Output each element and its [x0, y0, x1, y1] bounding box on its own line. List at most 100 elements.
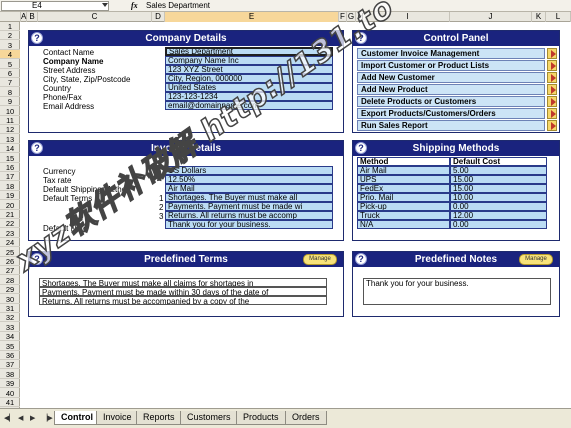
- term-line[interactable]: Returns. All returns must be accompanied…: [39, 296, 327, 305]
- row-header[interactable]: 22: [0, 219, 20, 229]
- shipping-method-cell[interactable]: UPS: [357, 175, 450, 184]
- shipping-cost-cell[interactable]: 0.00: [450, 202, 547, 211]
- column-header[interactable]: I: [366, 12, 450, 22]
- shipping-cost-cell[interactable]: 12.00: [450, 211, 547, 220]
- row-header[interactable]: 41: [0, 398, 20, 407]
- play-arrow-icon[interactable]: [547, 96, 557, 107]
- help-icon[interactable]: ?: [31, 142, 43, 154]
- row-header[interactable]: 5: [0, 60, 20, 69]
- name-box[interactable]: E4: [1, 1, 109, 11]
- play-arrow-icon[interactable]: [547, 84, 557, 95]
- row-header[interactable]: 31: [0, 304, 20, 313]
- note-line[interactable]: Thank you for your business.: [363, 278, 551, 305]
- row-header[interactable]: 19: [0, 191, 20, 201]
- prev-sheet-icon[interactable]: ◀: [18, 414, 23, 422]
- sales-report-button[interactable]: Run Sales Report: [357, 120, 545, 131]
- add-product-button[interactable]: Add New Product: [357, 84, 545, 95]
- sheet-grid[interactable]: ? Company Details Contact Name Company N…: [21, 22, 571, 408]
- tax-rate-field[interactable]: 12.50%: [165, 175, 333, 184]
- tab-control[interactable]: Control: [54, 411, 100, 425]
- row-header[interactable]: 40: [0, 389, 20, 398]
- row-header[interactable]: 27: [0, 266, 20, 276]
- column-header[interactable]: C: [38, 12, 152, 22]
- city-field[interactable]: City, Region, 000000: [165, 74, 333, 83]
- column-header[interactable]: H: [356, 12, 366, 22]
- row-header[interactable]: 35: [0, 342, 20, 351]
- manage-notes-button[interactable]: Manage: [519, 254, 553, 265]
- shipping-method-cell[interactable]: Air Mail: [357, 166, 450, 175]
- help-icon[interactable]: ?: [31, 32, 43, 44]
- play-arrow-icon[interactable]: [547, 48, 557, 59]
- shipping-cost-cell[interactable]: 5.00: [450, 166, 547, 175]
- phone-field[interactable]: 123-123-1234: [165, 92, 333, 101]
- row-header[interactable]: 11: [0, 116, 20, 125]
- manage-terms-button[interactable]: Manage: [303, 254, 337, 265]
- help-icon[interactable]: ?: [31, 253, 43, 265]
- row-header[interactable]: 39: [0, 379, 20, 389]
- column-header[interactable]: G: [347, 12, 356, 22]
- term-line[interactable]: Shortages. The Buyer must make all claim…: [39, 278, 327, 287]
- default-term-3-field[interactable]: Returns. All returns must be accomp: [165, 211, 333, 220]
- contact-name-field[interactable]: Sales Department: [165, 47, 333, 56]
- column-header[interactable]: B: [27, 12, 38, 22]
- tab-customers[interactable]: Customers: [180, 411, 238, 425]
- row-header[interactable]: 29: [0, 285, 20, 295]
- country-field[interactable]: United States: [165, 83, 333, 92]
- row-header[interactable]: 30: [0, 295, 20, 304]
- chevron-down-icon[interactable]: [102, 3, 108, 7]
- shipping-method-cell[interactable]: Truck: [357, 211, 450, 220]
- help-icon[interactable]: ?: [355, 32, 367, 44]
- last-sheet-icon[interactable]: ▕▶: [42, 414, 53, 422]
- import-lists-button[interactable]: Import Customer or Product Lists: [357, 60, 545, 71]
- row-header[interactable]: 4: [0, 50, 20, 60]
- row-header[interactable]: 7: [0, 78, 20, 88]
- row-header[interactable]: 36: [0, 351, 20, 360]
- row-header[interactable]: 13: [0, 135, 20, 144]
- next-sheet-icon[interactable]: ▶: [30, 414, 35, 422]
- customer-invoice-management-button[interactable]: Customer Invoice Management: [357, 48, 545, 59]
- row-header[interactable]: 6: [0, 69, 20, 78]
- row-header[interactable]: 28: [0, 276, 20, 285]
- row-header[interactable]: 20: [0, 201, 20, 210]
- column-header[interactable]: D: [152, 12, 165, 22]
- help-icon[interactable]: ?: [355, 253, 367, 265]
- shipping-method-cell[interactable]: Pick-up: [357, 202, 450, 211]
- column-header[interactable]: K: [532, 12, 546, 22]
- company-name-field[interactable]: Company Name Inc: [165, 56, 333, 65]
- play-arrow-icon[interactable]: [547, 120, 557, 131]
- row-header[interactable]: 12: [0, 125, 20, 135]
- select-all-corner[interactable]: [0, 12, 21, 22]
- default-term-2-field[interactable]: Payments. Payment must be made wi: [165, 202, 333, 211]
- row-header[interactable]: 2: [0, 31, 20, 41]
- default-term-1-field[interactable]: Shortages. The Buyer must make all: [165, 193, 333, 202]
- row-header[interactable]: 16: [0, 163, 20, 172]
- street-address-field[interactable]: 123 XYZ Street: [165, 65, 333, 74]
- row-header[interactable]: 32: [0, 313, 20, 323]
- row-header[interactable]: 8: [0, 88, 20, 97]
- export-button[interactable]: Export Products/Customers/Orders: [357, 108, 545, 119]
- tab-products[interactable]: Products: [236, 411, 286, 425]
- default-note-field[interactable]: Thank you for your business.: [165, 220, 333, 229]
- column-header[interactable]: E: [165, 12, 339, 22]
- row-header[interactable]: 37: [0, 360, 20, 370]
- shipping-method-cell[interactable]: N/A: [357, 220, 450, 229]
- tab-invoice[interactable]: Invoice: [96, 411, 139, 425]
- term-line[interactable]: Payments. Payment must be made within 30…: [39, 287, 327, 296]
- row-header[interactable]: 18: [0, 182, 20, 191]
- column-header[interactable]: J: [450, 12, 532, 22]
- currency-field[interactable]: US Dollars: [165, 166, 333, 175]
- row-header[interactable]: 26: [0, 257, 20, 266]
- row-header[interactable]: 1: [0, 22, 20, 31]
- play-arrow-icon[interactable]: [547, 60, 557, 71]
- shipping-cost-cell[interactable]: 0.00: [450, 220, 547, 229]
- formula-input[interactable]: Sales Department: [146, 1, 210, 10]
- shipping-cost-cell[interactable]: 15.00: [450, 184, 547, 193]
- row-header[interactable]: 15: [0, 154, 20, 163]
- tab-reports[interactable]: Reports: [136, 411, 182, 425]
- shipping-method-cell[interactable]: Prio. Mail: [357, 193, 450, 202]
- email-field[interactable]: email@domainname.com: [165, 101, 333, 110]
- row-header[interactable]: 21: [0, 210, 20, 219]
- add-customer-button[interactable]: Add New Customer: [357, 72, 545, 83]
- row-header[interactable]: 38: [0, 370, 20, 379]
- shipping-cost-cell[interactable]: 10.00: [450, 193, 547, 202]
